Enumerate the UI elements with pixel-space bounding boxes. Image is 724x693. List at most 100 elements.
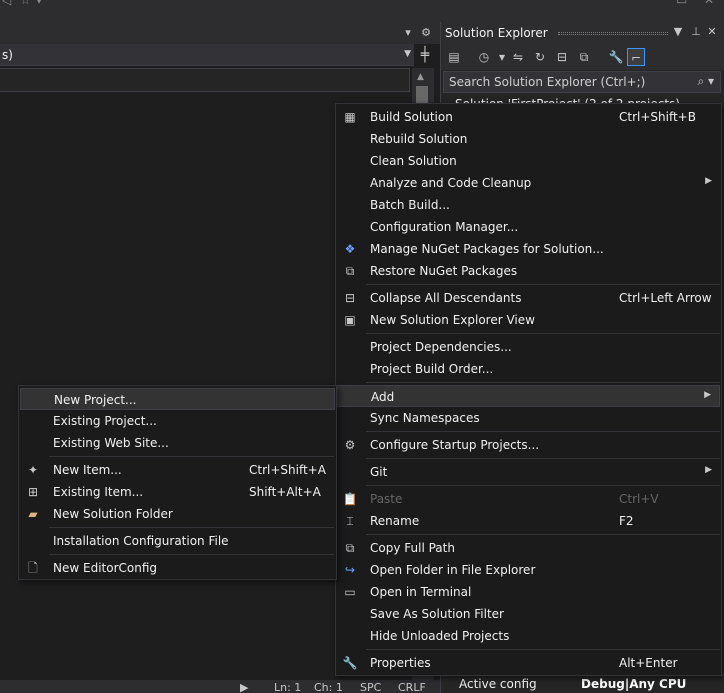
menu-item-new-project[interactable]: New Project... [20,388,335,410]
menu-item-label: Manage NuGet Packages for Solution... [370,242,604,256]
switch-views-icon[interactable]: ▤ [445,48,463,66]
drag-grip[interactable] [558,32,668,35]
menu-item-project-build-order[interactable]: Project Build Order... [337,358,720,380]
star-icon[interactable]: ☆ [20,0,31,7]
menu-separator [366,485,720,486]
property-value[interactable]: Debug|Any CPU [581,677,686,691]
menu-item-existing-project[interactable]: Existing Project... [20,410,335,432]
solution-explorer-search[interactable]: Search Solution Explorer (Ctrl+;) ⌕ ▾ [443,71,721,93]
gear-icon: ⚙ [344,438,356,452]
pending-changes-icon[interactable]: ◷ [475,48,493,66]
menu-separator [366,382,720,383]
line-indicator[interactable]: Ln: 1 [274,681,301,693]
menu-item-new-explorer-view[interactable]: ▣ New Solution Explorer View [337,309,720,331]
menu-item-sync-namespaces[interactable]: Sync Namespaces [337,407,720,429]
menu-item-analyze[interactable]: Analyze and Code Cleanup ▶ [337,172,720,194]
menu-separator [366,458,720,459]
menu-item-label: Rename [370,514,420,528]
menu-item-project-dependencies[interactable]: Project Dependencies... [337,336,720,358]
member-combo[interactable]: s) ▼ [0,44,414,66]
menu-item-copy-full-path[interactable]: ⧉ Copy Full Path [337,537,720,559]
menu-item-existing-web-site[interactable]: Existing Web Site... [20,432,335,454]
property-key: Active config [459,677,537,691]
editor-navbar: ▾ ⚙ [0,22,440,44]
menu-item-label: New EditorConfig [53,561,158,575]
menu-item-hide-unloaded[interactable]: Hide Unloaded Projects [337,625,720,647]
menu-separator [366,431,720,432]
close-window-icon[interactable]: ✕ [704,0,714,7]
menu-item-new-editorconfig[interactable]: 🗋 New EditorConfig [20,557,335,579]
column-indicator[interactable]: Ch: 1 [314,681,343,693]
menu-item-open-folder[interactable]: ↪ Open Folder in File Explorer [337,559,720,581]
editor-input-strip[interactable] [0,68,410,92]
wrench-icon: 🔧 [342,656,358,670]
combo-value: s) [2,48,13,62]
collapse-all-icon[interactable]: ⊟ [553,48,571,66]
restore-window-icon[interactable]: ▭ [676,0,687,7]
menu-item-configuration-manager[interactable]: Configuration Manager... [337,216,720,238]
menu-item-label: Properties [370,656,431,670]
menu-item-new-solution-folder[interactable]: ▰ New Solution Folder [20,503,335,525]
menu-item-existing-item[interactable]: ⊞ Existing Item... Shift+Alt+A [20,481,335,503]
properties-row: Active config Debug|Any CPU [441,674,724,693]
wrench-icon[interactable]: 🔧 [607,48,625,66]
menu-item-build-solution[interactable]: ▦ Build Solution Ctrl+Shift+B [337,106,720,128]
menu-item-save-solution-filter[interactable]: Save As Solution Filter [337,603,720,625]
chevron-down-icon[interactable]: ▼ [671,25,685,38]
copy-icon: ⧉ [345,541,355,555]
menu-item-shortcut: F2 [619,514,634,528]
menu-item-label: Build Solution [370,110,453,124]
add-submenu: New Project... Existing Project... Exist… [18,385,337,580]
menu-item-label: Analyze and Code Cleanup [370,176,532,190]
line-ending-indicator[interactable]: CRLF [398,681,426,693]
menu-separator [49,456,334,457]
pin-icon[interactable]: ⊥ [689,25,703,38]
back-icon[interactable]: ◁ [2,0,11,7]
menu-item-open-terminal[interactable]: ▭ Open in Terminal [337,581,720,603]
menu-item-add[interactable]: Add ▶ [337,385,720,407]
menu-item-paste[interactable]: 📋 Paste Ctrl+V [337,488,720,510]
dropdown-icon[interactable]: ▾ [400,25,416,41]
split-window-icon[interactable]: ╪ [416,44,434,66]
folder-icon: ▰ [28,507,38,521]
menu-item-clean-solution[interactable]: Clean Solution [337,150,720,172]
build-icon: ▦ [344,110,356,124]
scroll-right-icon[interactable]: ▶ [240,681,248,693]
close-icon[interactable]: ✕ [705,25,719,38]
whitespace-indicator[interactable]: SPC [360,681,381,693]
menu-item-manage-nuget[interactable]: ❖ Manage NuGet Packages for Solution... [337,238,720,260]
menu-item-label: New Solution Explorer View [370,313,535,327]
search-icon[interactable]: ⌕ ▾ [697,74,714,89]
refresh-icon[interactable]: ↻ [531,48,549,66]
menu-item-installation-config[interactable]: Installation Configuration File [20,530,335,552]
menu-item-rebuild-solution[interactable]: Rebuild Solution [337,128,720,150]
menu-item-configure-startup[interactable]: ⚙ Configure Startup Projects... [337,434,720,456]
sync-icon[interactable]: ⇋ [509,48,527,66]
menu-item-label: New Item... [53,463,122,477]
preview-icon[interactable]: ⌐ [627,48,645,66]
gear-icon[interactable]: ⚙ [418,25,434,41]
menu-item-label: Existing Item... [53,485,144,499]
menu-item-batch-build[interactable]: Batch Build... [337,194,720,216]
dropdown-icon[interactable]: ▾ [36,0,42,7]
show-all-files-icon[interactable]: ⧉ [575,48,593,66]
new-item-icon: ✦ [27,463,39,477]
menu-item-label: Existing Project... [53,414,157,428]
terminal-icon: ▭ [344,585,356,599]
menu-item-properties[interactable]: 🔧 Properties Alt+Enter [337,652,720,674]
menu-item-rename[interactable]: ⌶ Rename F2 [337,510,720,532]
nuget-icon: ❖ [344,242,356,256]
menu-item-new-item[interactable]: ✦ New Item... Ctrl+Shift+A [20,459,335,481]
menu-separator [49,554,334,555]
menu-separator [366,284,720,285]
new-view-icon: ▣ [344,313,356,327]
solution-context-menu: ▦ Build Solution Ctrl+Shift+B Rebuild So… [335,103,722,676]
menu-item-git[interactable]: Git ▶ [337,461,720,483]
menu-item-label: Configuration Manager... [370,220,519,234]
scroll-up-icon[interactable]: ▲ [417,72,424,82]
menu-item-label: New Solution Folder [53,507,173,521]
menu-item-label: Installation Configuration File [53,534,229,548]
menu-item-shortcut: Ctrl+Shift+B [619,110,696,124]
menu-item-restore-nuget[interactable]: ⧉ Restore NuGet Packages [337,260,720,282]
menu-item-collapse-all[interactable]: ⊟ Collapse All Descendants Ctrl+Left Arr… [337,287,720,309]
